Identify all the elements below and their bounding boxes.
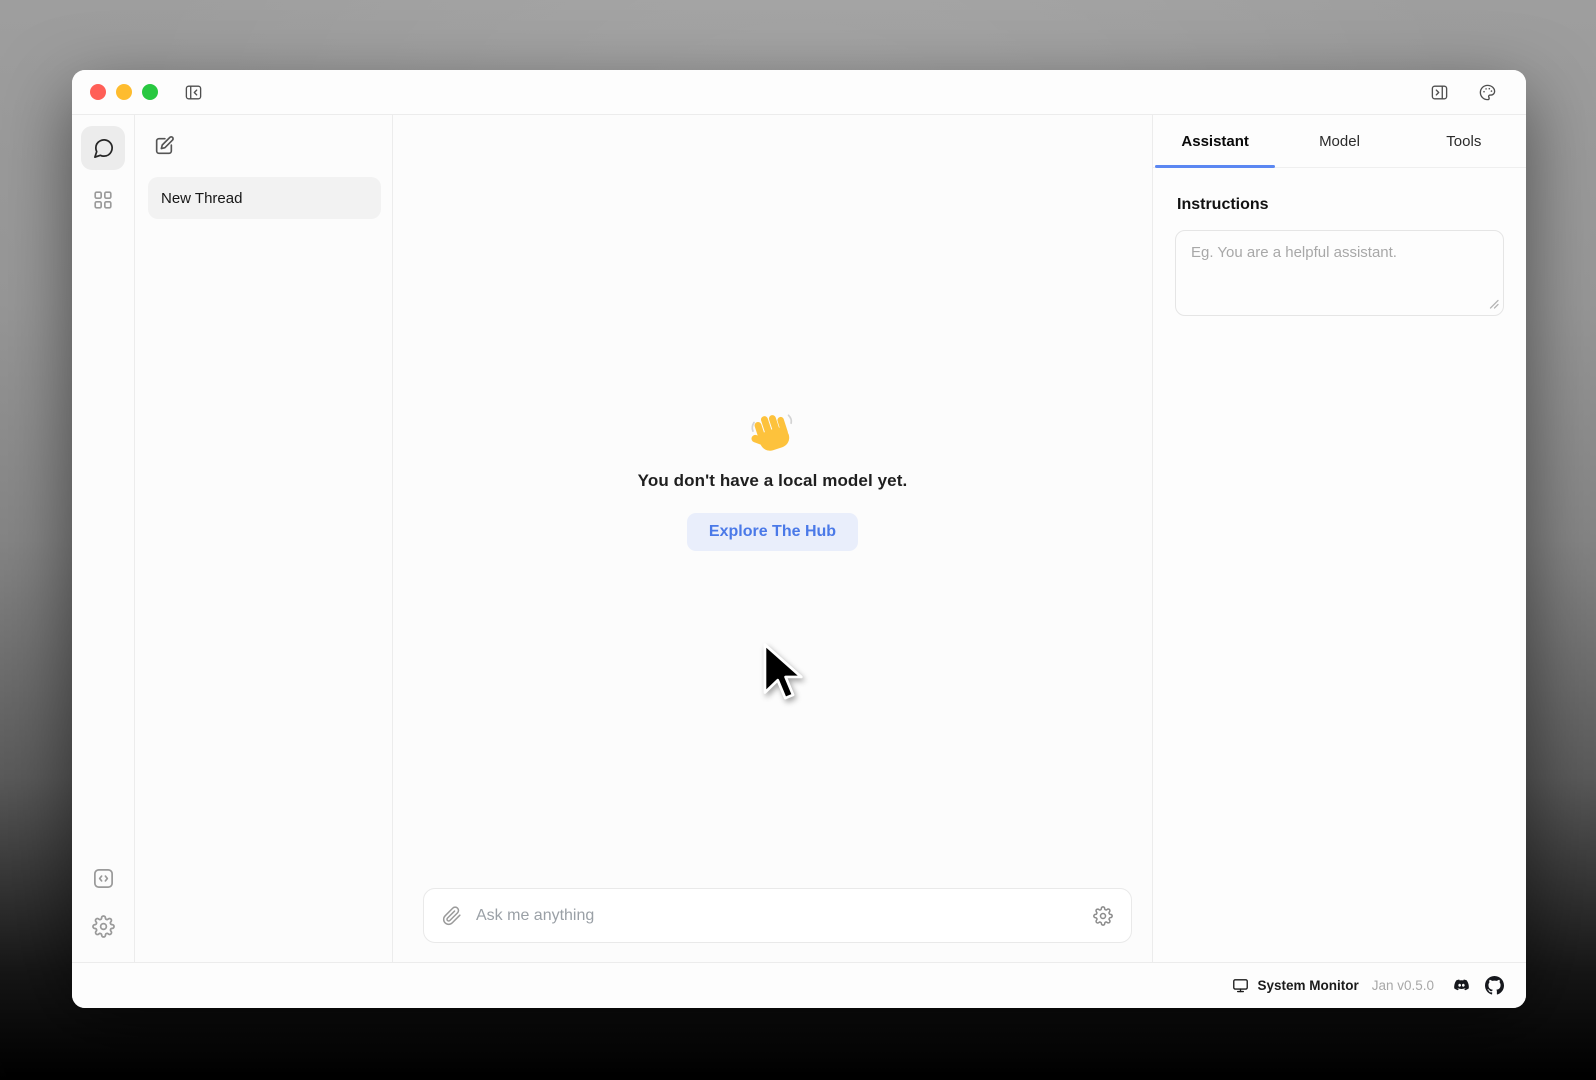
github-icon[interactable]	[1485, 976, 1504, 995]
waving-hand-emoji	[749, 411, 795, 457]
content-area: New Thread	[72, 115, 1526, 962]
mouse-cursor	[761, 643, 803, 701]
desktop-background: New Thread	[0, 0, 1596, 1080]
tab-model-label: Model	[1319, 133, 1360, 150]
app-version: Jan v0.5.0	[1372, 978, 1434, 993]
toggle-left-sidebar-button[interactable]	[180, 79, 206, 105]
left-rail	[72, 115, 135, 962]
gear-icon	[1093, 906, 1113, 926]
zoom-button[interactable]	[142, 84, 158, 100]
thread-list-item[interactable]: New Thread	[148, 177, 381, 219]
discord-icon[interactable]	[1452, 976, 1471, 995]
panel-left-toggle-icon	[184, 83, 203, 102]
assistant-panel: Assistant Model Tools Instructions	[1152, 115, 1526, 962]
explore-hub-button[interactable]: Explore The Hub	[687, 513, 858, 551]
tab-tools[interactable]: Tools	[1402, 115, 1526, 167]
panel-right-toggle-icon	[1430, 83, 1449, 102]
system-monitor-button[interactable]: System Monitor	[1257, 978, 1358, 993]
thread-title: New Thread	[161, 190, 242, 207]
toggle-right-panel-button[interactable]	[1426, 79, 1452, 105]
input-settings-button[interactable]	[1093, 906, 1113, 926]
paperclip-icon[interactable]	[442, 906, 462, 926]
tab-assistant-label: Assistant	[1181, 133, 1249, 150]
palette-icon	[1478, 83, 1497, 102]
rail-item-settings[interactable]	[81, 904, 125, 948]
grid-icon	[92, 189, 114, 211]
instructions-textarea[interactable]	[1175, 230, 1504, 316]
traffic-lights	[90, 84, 158, 100]
empty-state: You don't have a local model yet. Explor…	[638, 411, 908, 551]
instructions-field-wrapper	[1175, 230, 1504, 321]
status-bar: System Monitor Jan v0.5.0	[72, 962, 1526, 1008]
instructions-heading: Instructions	[1177, 196, 1504, 214]
chat-main-area: You don't have a local model yet. Explor…	[393, 115, 1152, 962]
panel-tabs: Assistant Model Tools	[1153, 115, 1526, 168]
titlebar-actions	[1426, 79, 1500, 105]
tab-model[interactable]: Model	[1277, 115, 1401, 167]
chat-bubble-icon	[92, 137, 115, 160]
monitor-icon[interactable]	[1232, 977, 1249, 994]
rail-item-threads[interactable]	[81, 126, 125, 170]
rail-item-local-api[interactable]	[81, 856, 125, 900]
new-thread-button[interactable]	[151, 133, 177, 159]
message-input[interactable]	[474, 906, 1083, 926]
assistant-panel-body: Instructions	[1153, 168, 1526, 349]
compose-icon	[153, 135, 175, 157]
tab-tools-label: Tools	[1446, 133, 1481, 150]
app-window: New Thread	[72, 70, 1526, 1008]
tab-assistant[interactable]: Assistant	[1153, 115, 1277, 167]
close-button[interactable]	[90, 84, 106, 100]
thread-list-panel: New Thread	[135, 115, 393, 962]
social-links	[1452, 976, 1504, 995]
rail-item-hub[interactable]	[81, 178, 125, 222]
empty-state-message: You don't have a local model yet.	[638, 471, 908, 491]
chat-input-bar	[423, 888, 1132, 943]
minimize-button[interactable]	[116, 84, 132, 100]
active-tab-underline	[1155, 165, 1275, 168]
theme-button[interactable]	[1474, 79, 1500, 105]
titlebar	[72, 70, 1526, 115]
code-icon	[92, 867, 115, 890]
gear-icon	[92, 915, 115, 938]
